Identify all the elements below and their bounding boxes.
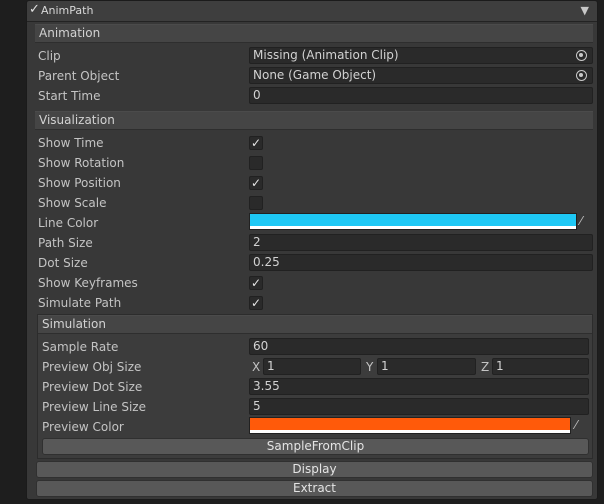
line-color-label: Line Color bbox=[38, 216, 99, 230]
animation-header[interactable]: Animation bbox=[35, 24, 593, 43]
show-position-checkbox[interactable]: ✓ bbox=[249, 176, 263, 190]
parent-object-field[interactable]: None (Game Object) bbox=[249, 67, 593, 84]
display-button[interactable]: Display bbox=[36, 461, 593, 478]
preview-color-swatch[interactable] bbox=[249, 417, 571, 434]
object-picker-icon[interactable] bbox=[576, 50, 587, 61]
show-rotation-checkbox[interactable] bbox=[249, 156, 263, 170]
component-header[interactable]: ✓ AnimPath ▼ bbox=[27, 1, 597, 22]
preview-color-label: Preview Color bbox=[42, 420, 124, 434]
dot-size-field[interactable]: 0.25 bbox=[249, 254, 593, 271]
visualization-header[interactable]: Visualization bbox=[35, 111, 593, 130]
x-label: X bbox=[252, 360, 261, 374]
preview-line-size-field[interactable]: 5 bbox=[249, 398, 589, 415]
path-size-field[interactable]: 2 bbox=[249, 234, 593, 251]
parent-object-label: Parent Object bbox=[38, 69, 120, 83]
y-label: Y bbox=[366, 360, 374, 374]
preview-obj-size-label: Preview Obj Size bbox=[42, 360, 142, 374]
clip-field[interactable]: Missing (Animation Clip) bbox=[249, 47, 593, 64]
preview-dot-size-field[interactable]: 3.55 bbox=[249, 378, 589, 395]
object-picker-icon[interactable] bbox=[576, 70, 587, 81]
eyedropper-icon[interactable]: ⁄ bbox=[575, 418, 577, 432]
clip-label: Clip bbox=[38, 49, 61, 63]
start-time-label: Start Time bbox=[38, 89, 101, 103]
show-scale-label: Show Scale bbox=[38, 196, 107, 210]
simulation-header[interactable]: Simulation bbox=[38, 315, 592, 334]
show-position-label: Show Position bbox=[38, 176, 121, 190]
line-color-swatch[interactable] bbox=[249, 213, 577, 230]
z-label: Z bbox=[481, 360, 490, 374]
preview-dot-size-label: Preview Dot Size bbox=[42, 380, 143, 394]
show-time-label: Show Time bbox=[38, 136, 104, 150]
simulate-path-checkbox[interactable]: ✓ bbox=[249, 296, 263, 310]
show-keyframes-checkbox[interactable]: ✓ bbox=[249, 276, 263, 290]
start-time-field[interactable]: 0 bbox=[249, 87, 593, 104]
parent-object-value: None (Game Object) bbox=[253, 68, 377, 82]
sample-from-clip-button[interactable]: SampleFromClip bbox=[42, 438, 589, 455]
component-enabled-toggle[interactable]: ✓ bbox=[29, 2, 40, 17]
simulate-path-label: Simulate Path bbox=[38, 296, 122, 310]
show-time-checkbox[interactable]: ✓ bbox=[249, 136, 263, 150]
path-size-label: Path Size bbox=[38, 236, 93, 250]
alpha-bar bbox=[250, 226, 576, 229]
alpha-bar bbox=[250, 430, 570, 433]
eyedropper-icon[interactable]: ⁄ bbox=[580, 214, 582, 228]
preview-obj-size-y-field[interactable]: 1 bbox=[377, 358, 476, 375]
show-scale-checkbox[interactable] bbox=[249, 196, 263, 210]
show-rotation-label: Show Rotation bbox=[38, 156, 125, 170]
preview-line-size-label: Preview Line Size bbox=[42, 400, 146, 414]
preview-obj-size-z-field[interactable]: 1 bbox=[492, 358, 589, 375]
show-keyframes-label: Show Keyframes bbox=[38, 276, 138, 290]
preview-obj-size-x-field[interactable]: 1 bbox=[263, 358, 361, 375]
component-menu-icon[interactable]: ▼ bbox=[581, 4, 589, 17]
extract-button[interactable]: Extract bbox=[36, 480, 593, 497]
sample-rate-field[interactable]: 60 bbox=[249, 338, 589, 355]
sample-rate-label: Sample Rate bbox=[42, 340, 119, 354]
component-title: AnimPath bbox=[41, 4, 94, 17]
clip-value: Missing (Animation Clip) bbox=[253, 48, 399, 62]
dot-size-label: Dot Size bbox=[38, 256, 88, 270]
